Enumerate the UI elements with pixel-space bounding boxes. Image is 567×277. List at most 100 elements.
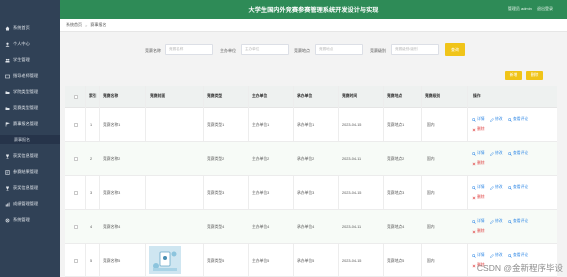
search-input-name[interactable]: 竞赛名称 [165, 44, 213, 55]
sidebar-subitem-registration[interactable]: 赛事报名 [0, 135, 60, 144]
delete-link[interactable]: 删除 [472, 229, 485, 234]
sidebar-item-results[interactable]: 参赛结果管理 [0, 166, 60, 178]
review-link[interactable]: 查看评论 [508, 151, 528, 156]
gear-icon [4, 217, 10, 223]
edit-link[interactable]: 修改 [490, 117, 503, 122]
row-checkbox[interactable] [74, 259, 78, 263]
sidebar-item-teachers[interactable]: 指导老师管理 [0, 70, 60, 82]
review-link[interactable]: 查看评论 [508, 185, 528, 190]
search-input-location[interactable]: 竞赛地点 [315, 44, 363, 55]
cell-location: 竞赛地点5 [387, 259, 405, 263]
table-row: 1 竞赛名称1 竞赛类型1 主办单位1 承办单位1 2023-04-15 竞赛地… [65, 108, 557, 142]
edit-link[interactable]: 修改 [490, 253, 503, 258]
sidebar-item-home[interactable]: 系统首页 [0, 22, 60, 34]
folder-icon [4, 105, 10, 111]
sidebar-item-label: 学院类型管理 [13, 89, 39, 94]
cell-location: 竞赛地点4 [387, 225, 405, 229]
cell-level: 国内 [427, 123, 435, 127]
folder-icon [4, 89, 10, 95]
select-all-checkbox[interactable] [74, 95, 78, 99]
sidebar-item-profile[interactable]: 个人中心 [0, 38, 60, 50]
review-link[interactable]: 查看评论 [508, 253, 528, 258]
cell-organizer: 承办单位5 [297, 259, 315, 263]
cell-host: 主办单位2 [252, 157, 270, 161]
cell-time: 2023-04-15 [342, 191, 362, 195]
detail-link[interactable]: 详情 [472, 219, 485, 224]
delete-link[interactable]: 删除 [472, 195, 485, 200]
search-input-host[interactable]: 主办单位 [241, 44, 289, 55]
detail-label: 详情 [477, 185, 485, 189]
column-header-organizer: 承办单位 [297, 94, 313, 98]
sidebar-item-college-types[interactable]: 学院类型管理 [0, 86, 60, 98]
add-button[interactable]: 新增 [505, 71, 522, 80]
search-icon [508, 253, 512, 258]
edit-link[interactable]: 修改 [490, 185, 503, 190]
sidebar-item-awards-2[interactable]: 获奖信息管理 [0, 182, 60, 194]
column-header-cover: 竞赛封面 [150, 94, 166, 98]
search-icon [508, 117, 512, 122]
detail-link[interactable]: 详情 [472, 151, 485, 156]
sidebar-item-label: 学生管理 [13, 57, 30, 62]
search-label-name: 竞赛名称 [145, 48, 161, 53]
sidebar-item-grades[interactable]: 成绩管理管理 [0, 198, 60, 210]
cell-location: 竞赛地点3 [387, 191, 405, 195]
delete-label: 删除 [477, 161, 485, 165]
review-label: 查看评论 [513, 185, 529, 189]
cell-host: 主办单位5 [252, 259, 270, 263]
sidebar-item-contest-types[interactable]: 竞赛类型管理 [0, 102, 60, 114]
cell-name: 竞赛名称1 [103, 123, 121, 127]
edit-label: 修改 [495, 151, 503, 155]
row-checkbox[interactable] [74, 123, 78, 127]
review-link[interactable]: 查看评论 [508, 219, 528, 224]
delete-button[interactable]: 删除 [526, 71, 543, 80]
sidebar-item-label: 系统管理 [13, 217, 30, 222]
detail-label: 详情 [477, 151, 485, 155]
cell-type: 竞赛类型3 [207, 191, 225, 195]
edit-label: 修改 [495, 117, 503, 121]
row-checkbox[interactable] [74, 225, 78, 229]
close-icon [472, 128, 476, 131]
edit-icon [490, 117, 494, 122]
row-checkbox[interactable] [74, 191, 78, 195]
close-icon [472, 196, 476, 199]
delete-link[interactable]: 删除 [472, 161, 485, 166]
search-bar: 竞赛名称 竞赛名称 主办单位 主办单位 竞赛地点 竞赛地点 竞赛级别 竞赛级别/… [60, 40, 567, 62]
sidebar: 系统首页 个人中心 学生管理 指导老师管理 学院类型管理 竞赛类型管理 赛事报名… [0, 0, 60, 277]
cell-level: 国内 [427, 191, 435, 195]
row-checkbox[interactable] [74, 157, 78, 161]
table-row: 3 竞赛名称3 竞赛类型3 主办单位3 承办单位3 2023-04-15 竞赛地… [65, 176, 557, 210]
detail-link[interactable]: 详情 [472, 117, 485, 122]
close-icon [472, 230, 476, 233]
column-header-host: 主办单位 [252, 94, 268, 98]
detail-link[interactable]: 详情 [472, 185, 485, 190]
cover-illustration [149, 246, 181, 274]
edit-label: 修改 [495, 185, 503, 189]
edit-link[interactable]: 修改 [490, 219, 503, 224]
search-input-level[interactable]: 竞赛级别/级别 [391, 44, 439, 55]
cell-index: 2 [90, 157, 93, 161]
logout-link[interactable]: 退出登录 [537, 6, 553, 11]
sidebar-item-awards[interactable]: 获奖信息管理 [0, 150, 60, 162]
cell-index: 3 [90, 191, 93, 195]
sidebar-item-registration[interactable]: 赛事报名管理 [0, 118, 60, 130]
breadcrumb-current: 赛事报名 [90, 22, 107, 27]
delete-link[interactable]: 删除 [472, 127, 485, 132]
cell-name: 竞赛名称3 [103, 191, 121, 195]
delete-label: 删除 [477, 229, 485, 233]
edit-link[interactable]: 修改 [490, 151, 503, 156]
search-button[interactable]: 查询 [445, 43, 465, 56]
delete-label: 删除 [477, 127, 485, 131]
search-icon [508, 219, 512, 224]
cell-type: 竞赛类型1 [207, 123, 225, 127]
sidebar-item-students[interactable]: 学生管理 [0, 54, 60, 66]
detail-label: 详情 [477, 253, 485, 257]
sidebar-subitem-label: 赛事报名 [14, 136, 30, 142]
edit-label: 修改 [495, 219, 503, 223]
detail-link[interactable]: 详情 [472, 253, 485, 258]
sidebar-item-system[interactable]: 系统管理 [0, 214, 60, 226]
chart-icon [4, 201, 10, 207]
review-link[interactable]: 查看评论 [508, 117, 528, 122]
sidebar-item-label: 竞赛类型管理 [13, 105, 39, 110]
breadcrumb-home[interactable]: 系统首页 [66, 22, 82, 28]
column-header-name: 竞赛名称 [103, 94, 119, 98]
